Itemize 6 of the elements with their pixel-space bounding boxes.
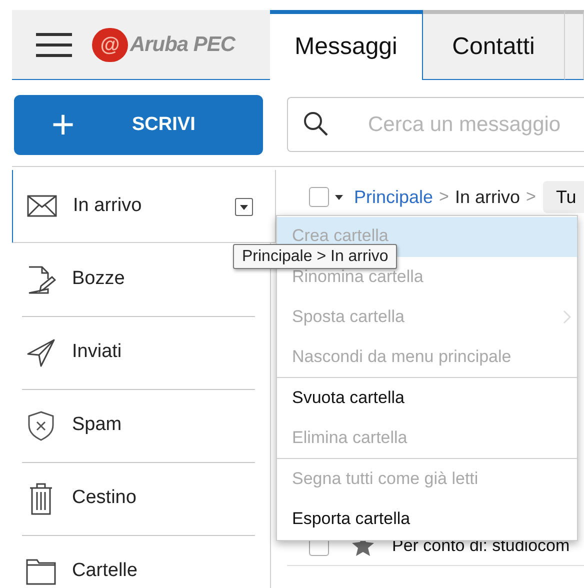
logo-seal: @ xyxy=(92,28,128,62)
logo-text: Aruba PEC xyxy=(130,32,235,58)
breadcrumb-separator: > xyxy=(439,186,449,208)
breadcrumb-separator: > xyxy=(526,186,536,208)
breadcrumb-text: In arrivo xyxy=(454,186,520,208)
tooltip: Principale > In arrivo xyxy=(233,244,398,269)
